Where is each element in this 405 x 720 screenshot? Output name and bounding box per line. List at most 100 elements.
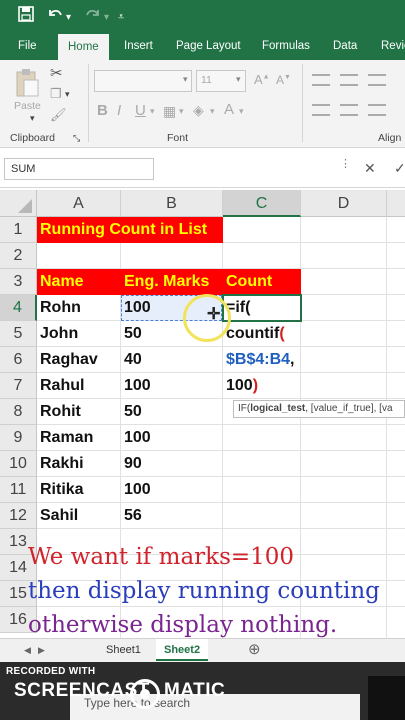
column-header-b[interactable]: B [121, 190, 223, 217]
clipboard-launcher-icon[interactable]: ⤡ [73, 133, 80, 144]
increase-font-icon[interactable]: A▲ [254, 72, 270, 87]
customize-toolbar-icon[interactable]: ⩡ [118, 8, 124, 26]
check-icon[interactable]: ✓ [394, 160, 405, 177]
cut-icon[interactable]: ✂ [50, 64, 63, 82]
italic-icon[interactable]: I [117, 102, 121, 119]
cell-name[interactable]: Ritika [37, 477, 84, 503]
align-middle-icon[interactable] [340, 74, 358, 86]
font-color-dropdown-icon[interactable]: ▾ [239, 106, 244, 117]
format-painter-icon[interactable]: 🖌 [50, 107, 67, 123]
sheet-tab-bar: ◀ ▶ Sheet1 Sheet2 ⊕ [0, 638, 405, 662]
header-count[interactable]: Count [223, 269, 272, 295]
cell-name[interactable]: Rohn [37, 295, 81, 321]
ribbon-tabs: File Home Insert Page Layout Formulas Da… [0, 32, 405, 60]
cell-marks[interactable]: 100 [121, 425, 151, 451]
font-name-dropdown-icon[interactable]: ▾ [183, 74, 188, 85]
bold-icon[interactable]: B [97, 102, 108, 119]
row-header-10[interactable]: 10 [0, 451, 37, 477]
align-bottom-icon[interactable] [368, 74, 386, 86]
close-icon[interactable]: ✕ [364, 160, 376, 177]
decrease-font-icon[interactable]: A▼ [276, 73, 291, 87]
save-icon[interactable] [18, 6, 34, 27]
paste-label[interactable]: Paste [14, 100, 41, 112]
column-header-e[interactable] [387, 190, 405, 217]
row-header-8[interactable]: 8 [0, 399, 37, 425]
cell-name[interactable]: Rakhi [37, 451, 84, 477]
copy-dropdown-icon[interactable]: ▾ [65, 89, 70, 100]
cell-marks[interactable]: 100 [121, 295, 151, 321]
row-header-6[interactable]: 6 [0, 347, 37, 373]
undo-dropdown-icon[interactable]: ▾ [66, 9, 71, 27]
sheet-title[interactable]: Running Count in List [37, 217, 207, 243]
tab-home[interactable]: Home [58, 34, 109, 60]
ribbon-separator [302, 64, 303, 142]
paste-dropdown-icon[interactable]: ▾ [30, 113, 35, 124]
undo-icon[interactable] [46, 6, 64, 27]
header-name[interactable]: Name [37, 269, 84, 295]
annotation-line-2: then display running counting [28, 578, 380, 604]
tab-page-layout[interactable]: Page Layout [176, 32, 241, 60]
cell-name[interactable]: Rohit [37, 399, 81, 425]
tab-formulas[interactable]: Formulas [262, 32, 310, 60]
function-tooltip[interactable]: IF(logical_test, [value_if_true], [va [233, 400, 405, 418]
cell-name[interactable]: Raman [37, 425, 93, 451]
align-right-icon[interactable] [368, 104, 386, 116]
row-header-3[interactable]: 3 [0, 269, 37, 295]
cell-name[interactable]: John [37, 321, 78, 347]
formula-line-4: 100) [223, 373, 258, 399]
borders-icon[interactable]: ▦ [163, 103, 176, 120]
row-header-7[interactable]: 7 [0, 373, 37, 399]
tab-data[interactable]: Data [333, 32, 357, 60]
cell-marks[interactable]: 50 [121, 399, 142, 425]
copy-icon[interactable]: ❐ [50, 86, 62, 102]
name-box[interactable]: SUM [4, 158, 154, 180]
cell-marks[interactable]: 90 [121, 451, 142, 477]
borders-dropdown-icon[interactable]: ▾ [179, 106, 184, 117]
tab-file[interactable]: File [18, 32, 37, 60]
annotation-line-3: otherwise display nothing. [28, 612, 338, 638]
fill-color-dropdown-icon[interactable]: ▾ [210, 106, 215, 117]
cell-marks[interactable]: 100 [121, 373, 151, 399]
row-header-11[interactable]: 11 [0, 477, 37, 503]
column-header-a[interactable]: A [37, 190, 121, 217]
align-top-icon[interactable] [312, 74, 330, 86]
taskbar-corner [368, 676, 405, 720]
cell-marks[interactable]: 50 [121, 321, 142, 347]
row-header-1[interactable]: 1 [0, 217, 37, 243]
redo-dropdown-icon[interactable]: ▾ [104, 9, 109, 27]
add-sheet-icon[interactable]: ⊕ [240, 639, 269, 661]
sheet-tab-sheet1[interactable]: Sheet1 [98, 639, 149, 661]
formula-line-2: countif( [223, 321, 285, 347]
row-header-4[interactable]: 4 [0, 295, 37, 321]
paste-icon[interactable] [14, 68, 40, 103]
tab-review[interactable]: Revie [381, 32, 405, 60]
column-header-d[interactable]: D [301, 190, 387, 217]
cell-name[interactable]: Rahul [37, 373, 84, 399]
font-name-select[interactable] [94, 70, 192, 92]
align-left-icon[interactable] [312, 104, 330, 116]
cell-marks[interactable]: 40 [121, 347, 142, 373]
redo-icon[interactable] [84, 6, 102, 27]
cell-marks[interactable]: 100 [121, 477, 151, 503]
align-center-icon[interactable] [340, 104, 358, 116]
tab-insert[interactable]: Insert [124, 32, 153, 60]
column-header-c[interactable]: C [223, 190, 301, 217]
sheet-tab-sheet2[interactable]: Sheet2 [156, 639, 209, 661]
fill-color-icon[interactable]: ◈ [193, 102, 204, 119]
font-size-dropdown-icon[interactable]: ▾ [236, 74, 241, 85]
header-marks[interactable]: Eng. Marks [121, 269, 209, 295]
font-color-icon[interactable]: A [224, 101, 234, 118]
ribbon-separator [88, 64, 89, 142]
underline-icon[interactable]: U [135, 102, 146, 119]
cell-name[interactable]: Raghav [37, 347, 98, 373]
cell-marks[interactable]: 56 [121, 503, 142, 529]
cell-name[interactable]: Sahil [37, 503, 78, 529]
row-header-9[interactable]: 9 [0, 425, 37, 451]
row-header-5[interactable]: 5 [0, 321, 37, 347]
row-header-12[interactable]: 12 [0, 503, 37, 529]
formula-bar-menu-icon[interactable]: ⋮ [340, 157, 351, 170]
underline-dropdown-icon[interactable]: ▾ [150, 106, 155, 117]
row-header-2[interactable]: 2 [0, 243, 37, 269]
sheet-scroll-right-icon[interactable]: ▶ [30, 639, 53, 661]
select-all-corner[interactable] [0, 190, 37, 217]
